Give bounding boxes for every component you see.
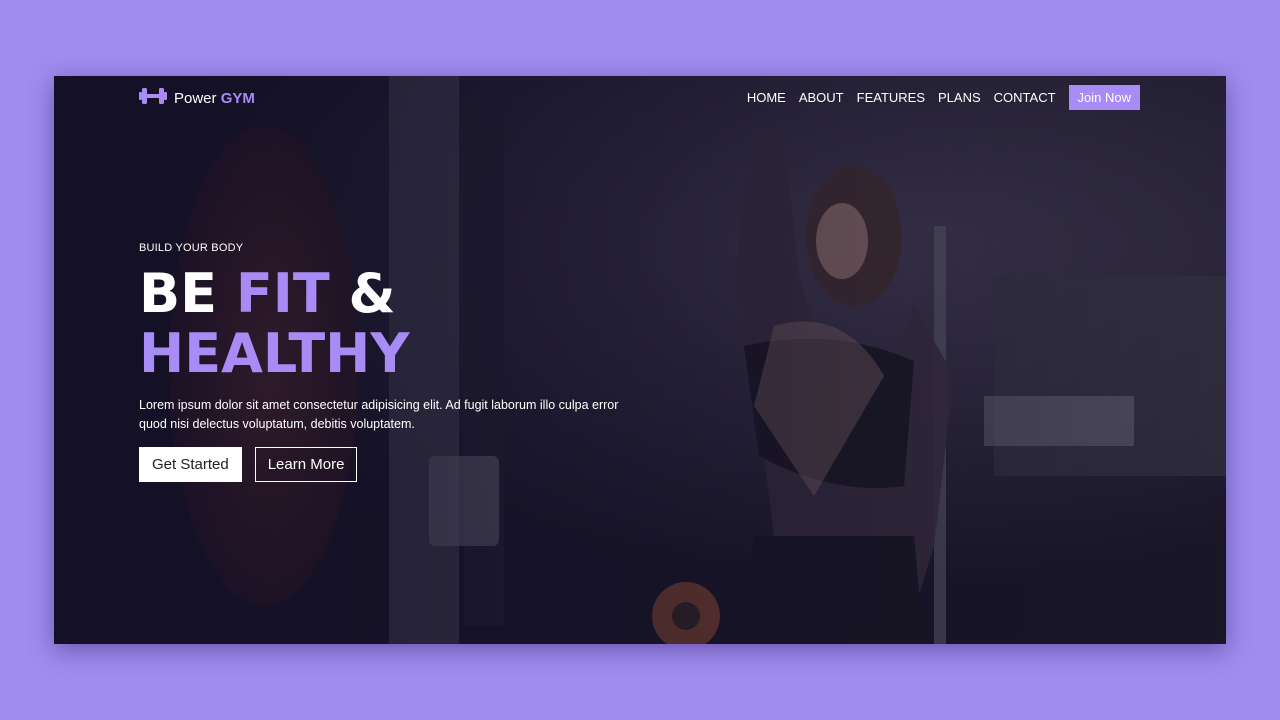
nav-item-contact[interactable]: CONTACT: [994, 90, 1056, 105]
nav-item-plans[interactable]: PLANS: [938, 90, 981, 105]
website-frame: Power GYM HOME ABOUT FEATURES PLANS CONT…: [54, 76, 1226, 644]
join-now-button[interactable]: Join Now: [1068, 85, 1140, 110]
dumbbell-icon: [139, 85, 167, 112]
nav-item-home[interactable]: HOME: [747, 90, 786, 105]
learn-more-button[interactable]: Learn More: [254, 447, 358, 482]
hero-section: BUILD YOUR BODY BE FIT & HEALTHY Lorem i…: [139, 242, 659, 482]
nav-menu: HOME ABOUT FEATURES PLANS CONTACT Join N…: [734, 85, 1140, 110]
top-navbar: Power GYM HOME ABOUT FEATURES PLANS CONT…: [54, 76, 1226, 118]
headline-ampersand: &: [348, 262, 396, 325]
get-started-button[interactable]: Get Started: [139, 447, 242, 482]
headline-word-fit: FIT: [235, 262, 330, 325]
brand-name-part1: Power: [174, 90, 217, 107]
hero-headline: BE FIT & HEALTHY: [139, 264, 659, 384]
hero-description: Lorem ipsum dolor sit amet consectetur a…: [139, 398, 619, 431]
hero-eyebrow: BUILD YOUR BODY: [139, 242, 244, 254]
nav-item-about[interactable]: ABOUT: [799, 90, 844, 105]
brand-name: Power GYM: [174, 90, 255, 107]
headline-word-healthy: HEALTHY: [139, 322, 410, 385]
brand-name-part2: GYM: [220, 90, 255, 107]
hero-buttons: Get Started Learn More: [139, 447, 659, 482]
brand-logo[interactable]: Power GYM: [139, 85, 255, 112]
nav-item-features[interactable]: FEATURES: [857, 90, 925, 105]
headline-word-be: BE: [139, 262, 218, 325]
